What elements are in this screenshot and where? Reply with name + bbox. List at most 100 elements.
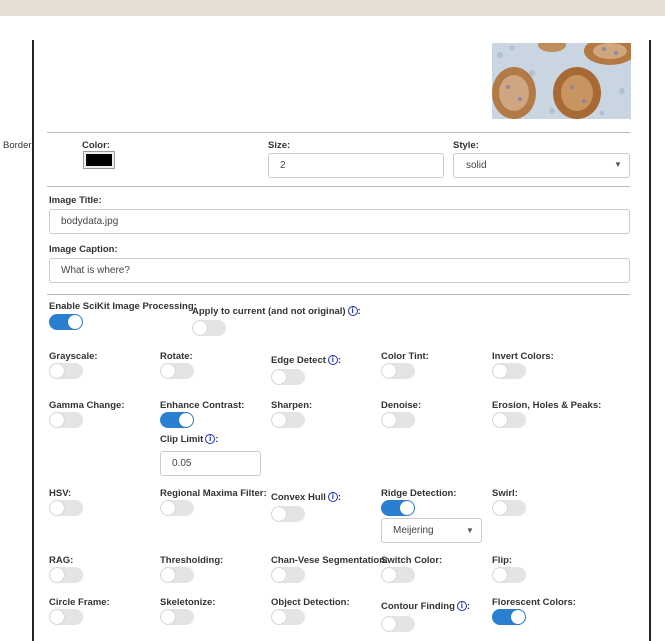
chevron-down-icon: ▼ <box>466 526 474 535</box>
toggle-knob <box>161 568 175 582</box>
thresholding-toggle[interactable] <box>160 567 194 583</box>
apply-current-toggle[interactable] <box>192 320 226 336</box>
info-icon[interactable]: i <box>327 492 338 503</box>
contour-finding-toggle[interactable] <box>381 616 415 632</box>
grayscale-toggle[interactable] <box>49 363 83 379</box>
toggle-knob <box>493 501 507 515</box>
right-border-line <box>649 40 651 641</box>
flip-toggle[interactable] <box>492 567 526 583</box>
toggle-knob <box>493 568 507 582</box>
ridge-detection-toggle[interactable] <box>381 500 415 516</box>
divider <box>47 186 630 187</box>
clip-limit-input[interactable]: 0.05 <box>160 451 261 476</box>
ridge-detection-label: Ridge Detection: <box>381 488 457 499</box>
toggle-knob <box>382 413 396 427</box>
toggle-knob <box>50 413 64 427</box>
clip-limit-label: Clip Limit i: <box>160 434 218 445</box>
info-icon[interactable]: i <box>456 601 467 612</box>
erosion-label: Erosion, Holes & Peaks: <box>492 400 602 411</box>
toggle-knob <box>161 364 175 378</box>
sharpen-label: Sharpen: <box>271 400 313 411</box>
toggle-knob <box>511 610 525 624</box>
toggle-knob <box>272 610 286 624</box>
switch-color-toggle[interactable] <box>381 567 415 583</box>
denoise-label: Denoise: <box>381 400 422 411</box>
contour-finding-suffix: : <box>466 601 471 612</box>
swirl-toggle[interactable] <box>492 500 526 516</box>
image-title-input[interactable]: bodydata.jpg <box>49 209 630 234</box>
gamma-change-toggle[interactable] <box>49 412 83 428</box>
apply-current-suffix: : <box>357 306 361 317</box>
enable-scikit-toggle[interactable] <box>49 314 83 330</box>
chevron-down-icon: ▼ <box>614 160 622 169</box>
rotate-toggle[interactable] <box>160 363 194 379</box>
info-icon[interactable]: i <box>347 306 358 317</box>
object-detection-label: Object Detection: <box>271 597 350 608</box>
contour-finding-text: Contour Finding <box>381 601 455 612</box>
invert-colors-label: Invert Colors: <box>492 351 554 362</box>
enhance-contrast-label: Enhance Contrast: <box>160 400 245 411</box>
contour-finding-label: Contour Finding i: <box>381 601 470 612</box>
rag-label: RAG: <box>49 555 74 566</box>
florescent-colors-toggle[interactable] <box>492 609 526 625</box>
chan-vese-label: Chan-Vese Segmentation: <box>271 555 389 566</box>
image-caption-label: Image Caption: <box>49 244 118 255</box>
skeletonize-label: Skeletonize: <box>160 597 216 608</box>
border-color-picker[interactable] <box>83 151 115 169</box>
erosion-toggle[interactable] <box>492 412 526 428</box>
object-detection-toggle[interactable] <box>271 609 305 625</box>
border-style-label: Style: <box>453 140 479 151</box>
edge-detect-label: Edge Detect i: <box>271 355 341 366</box>
border-size-input[interactable]: 2 <box>268 153 444 178</box>
info-icon[interactable]: i <box>205 434 216 445</box>
denoise-toggle[interactable] <box>381 412 415 428</box>
hsv-label: HSV: <box>49 488 72 499</box>
florescent-colors-label: Florescent Colors: <box>492 597 576 608</box>
color-tint-toggle[interactable] <box>381 363 415 379</box>
edge-detect-text: Edge Detect <box>271 355 326 366</box>
toggle-knob <box>400 501 414 515</box>
flip-label: Flip: <box>492 555 513 566</box>
toggle-knob <box>493 413 507 427</box>
edge-detect-toggle[interactable] <box>271 369 305 385</box>
image-caption-input[interactable]: What is where? <box>49 258 630 283</box>
toggle-knob <box>50 364 64 378</box>
border-style-select[interactable]: solid <box>453 153 630 178</box>
convex-hull-suffix: : <box>337 492 342 503</box>
toggle-knob <box>382 617 396 631</box>
enhance-contrast-toggle[interactable] <box>160 412 194 428</box>
regional-maxima-label: Regional Maxima Filter: <box>160 488 267 499</box>
switch-color-label: Switch Color: <box>381 555 443 566</box>
toggle-knob <box>382 364 396 378</box>
chan-vese-toggle[interactable] <box>271 567 305 583</box>
convex-hull-label: Convex Hull i: <box>271 492 341 503</box>
toggle-knob <box>50 501 64 515</box>
circle-frame-toggle[interactable] <box>49 609 83 625</box>
regional-maxima-toggle[interactable] <box>160 500 194 516</box>
image-thumbnail <box>492 43 631 119</box>
info-icon[interactable]: i <box>327 355 338 366</box>
toggle-knob <box>493 364 507 378</box>
hsv-toggle[interactable] <box>49 500 83 516</box>
sharpen-toggle[interactable] <box>271 412 305 428</box>
toggle-knob <box>179 413 193 427</box>
swirl-label: Swirl: <box>492 488 518 499</box>
divider <box>47 294 630 295</box>
toggle-knob <box>272 568 286 582</box>
convex-hull-toggle[interactable] <box>271 506 305 522</box>
toggle-knob <box>382 568 396 582</box>
apply-current-text: Apply to current (and not original) <box>192 306 346 317</box>
toggle-knob <box>161 501 175 515</box>
rag-toggle[interactable] <box>49 567 83 583</box>
border-style-value: solid <box>466 160 487 171</box>
border-color-label: Color: <box>82 140 110 151</box>
gamma-change-label: Gamma Change: <box>49 400 125 411</box>
border-size-label: Size: <box>268 140 291 151</box>
toggle-knob <box>50 610 64 624</box>
toggle-knob <box>193 321 207 335</box>
toggle-knob <box>161 610 175 624</box>
skeletonize-toggle[interactable] <box>160 609 194 625</box>
invert-colors-toggle[interactable] <box>492 363 526 379</box>
clip-limit-suffix: : <box>215 434 219 445</box>
toggle-knob <box>50 568 64 582</box>
